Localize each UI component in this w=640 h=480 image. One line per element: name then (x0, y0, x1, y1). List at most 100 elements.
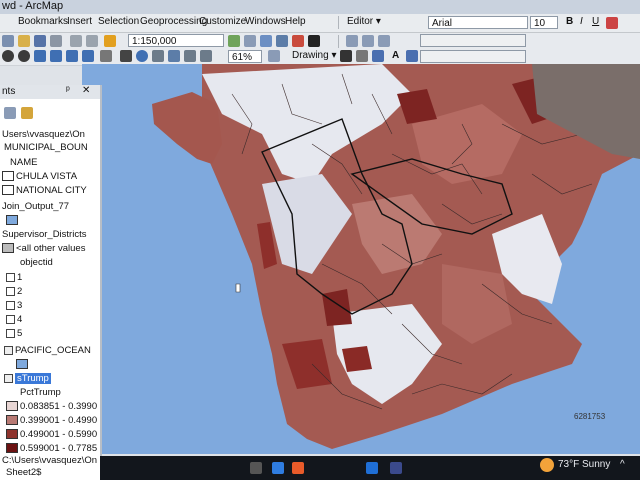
undo-icon[interactable] (70, 35, 82, 47)
toc-join-swatch-row (6, 215, 20, 228)
chula-vista-swatch (2, 171, 14, 182)
toc-layer-municipal[interactable]: MUNICIPAL_BOUN (4, 142, 88, 155)
toc-class-3: 3 (6, 300, 22, 313)
rotate-icon[interactable] (356, 50, 368, 62)
strump-visibility-checkbox[interactable] (4, 373, 13, 383)
list-by-source-icon[interactable] (20, 107, 33, 119)
new-icon[interactable] (2, 35, 14, 47)
arctoolbox-icon[interactable] (292, 35, 304, 47)
select-features-icon[interactable] (100, 50, 112, 62)
layout-tool-icon[interactable] (268, 50, 280, 62)
window-title: wd - ArcMap (2, 0, 64, 12)
straight-segment-icon[interactable] (378, 35, 390, 47)
range-1-swatch (6, 401, 18, 412)
sun-icon (540, 458, 554, 472)
toc-class-4: 4 (6, 314, 22, 327)
toc-title-bar: nts ᵖ ✕ (0, 85, 100, 99)
menu-insert[interactable]: Insert (67, 16, 92, 27)
toc-pacific-swatch-row (16, 359, 30, 372)
catalog-icon[interactable] (260, 35, 272, 47)
identify-icon[interactable] (136, 50, 148, 62)
list-by-drawing-order-icon[interactable] (4, 107, 16, 119)
other-values-swatch (2, 243, 14, 254)
pacific-swatch (16, 359, 28, 370)
add-data-icon[interactable] (104, 35, 116, 47)
font-size-select[interactable]: 10 (530, 16, 558, 29)
hyperlink-icon[interactable] (184, 50, 196, 62)
menu-selection[interactable]: Selection (98, 16, 139, 27)
font-name-select[interactable]: Arial (428, 16, 528, 29)
taskbar-arcmap-icon[interactable] (390, 462, 402, 474)
menu-bar: Bookmarks Insert Selection Geoprocessing… (0, 14, 640, 33)
pan-icon[interactable] (34, 50, 46, 62)
dark-tract-5 (342, 346, 372, 372)
python-icon[interactable] (308, 35, 320, 47)
select-arrow-icon[interactable] (340, 50, 352, 62)
menu-customize[interactable]: Customize (199, 16, 246, 27)
menu-help[interactable]: Help (285, 16, 306, 27)
save-icon[interactable] (34, 35, 46, 47)
toc-field-pcttrump: PctTrump (20, 387, 61, 398)
forward-icon[interactable] (82, 50, 94, 62)
underline-button[interactable]: U (592, 16, 599, 27)
toc-layer-sheet2[interactable]: Sheet2$ (6, 467, 41, 480)
layout-zoom-select[interactable]: 61% (228, 50, 262, 63)
toc-icon[interactable] (244, 35, 256, 47)
pin-icon[interactable]: ᵖ (66, 85, 70, 96)
toc-path-1[interactable]: Users\vvasquez\On (2, 129, 85, 142)
hand-cursor (235, 283, 241, 293)
range-3-swatch (6, 429, 18, 440)
find-icon[interactable] (152, 50, 164, 62)
measure-icon[interactable] (168, 50, 180, 62)
edit-tool-icon[interactable] (346, 35, 358, 47)
toc-layer-strump[interactable]: sTrump (4, 373, 51, 386)
zoom-out-icon[interactable] (18, 50, 30, 62)
redo-icon[interactable] (86, 35, 98, 47)
dark-tract-3 (322, 289, 352, 326)
open-icon[interactable] (18, 35, 30, 47)
close-icon[interactable]: ✕ (82, 85, 90, 96)
tray-chevron-icon[interactable]: ^ (620, 459, 625, 470)
select-elements-icon[interactable] (120, 50, 132, 62)
map-scale-select[interactable]: 1:150,000 (128, 34, 224, 47)
menu-bookmarks[interactable]: Bookmarks (18, 16, 68, 27)
italic-button[interactable]: I (580, 16, 583, 27)
national-city-swatch (2, 185, 14, 196)
toc-layer-join-output[interactable]: Join_Output_77 (2, 201, 69, 214)
weather-text[interactable]: 73°F Sunny (558, 459, 610, 470)
toc-symbol-chula-vista[interactable]: CHULA VISTA (2, 171, 77, 184)
print-icon[interactable] (50, 35, 62, 47)
bold-button[interactable]: B (566, 16, 573, 27)
pacific-visibility-checkbox[interactable] (4, 345, 13, 355)
toc-layer-supervisor[interactable]: Supervisor_Districts (2, 229, 86, 242)
html-popup-icon[interactable] (200, 50, 212, 62)
map-canvas[interactable]: 6281753 (82, 64, 640, 454)
taskbar-mail-icon[interactable] (272, 462, 284, 474)
taskbar-office-icon[interactable] (292, 462, 304, 474)
drawing-font-field[interactable] (420, 50, 526, 63)
menu-geoprocessing[interactable]: Geoprocessing (140, 16, 207, 27)
search-window-icon[interactable] (276, 35, 288, 47)
zoom-in-icon[interactable] (2, 50, 14, 62)
fill-color-icon[interactable] (406, 50, 418, 62)
editor-menu[interactable]: Editor ▾ (347, 16, 381, 27)
toc-class-2: 2 (6, 286, 22, 299)
taskbar-store-icon[interactable] (366, 462, 378, 474)
taskbar-file-explorer-icon[interactable] (250, 462, 262, 474)
toc-class-range-2: 0.399001 - 0.4990 (6, 415, 97, 428)
font-color-icon[interactable] (606, 17, 618, 29)
font-style-field[interactable] (420, 34, 526, 47)
class-3-swatch (6, 300, 15, 310)
sketch-tool-icon[interactable] (362, 35, 374, 47)
toc-symbol-national-city[interactable]: NATIONAL CITY (2, 185, 87, 198)
map-view[interactable]: 6281753 (82, 64, 640, 454)
back-icon[interactable] (66, 50, 78, 62)
drawing-menu[interactable]: Drawing ▾ (292, 50, 337, 61)
editor-toolbar-icon[interactable] (228, 35, 240, 47)
class-2-swatch (6, 286, 15, 296)
menu-windows[interactable]: Windows (245, 16, 286, 27)
rectangle-icon[interactable] (372, 50, 384, 62)
text-tool-icon[interactable]: A (392, 50, 399, 61)
full-extent-icon[interactable] (50, 50, 62, 62)
toc-layer-pacific[interactable]: PACIFIC_OCEAN (4, 345, 91, 358)
